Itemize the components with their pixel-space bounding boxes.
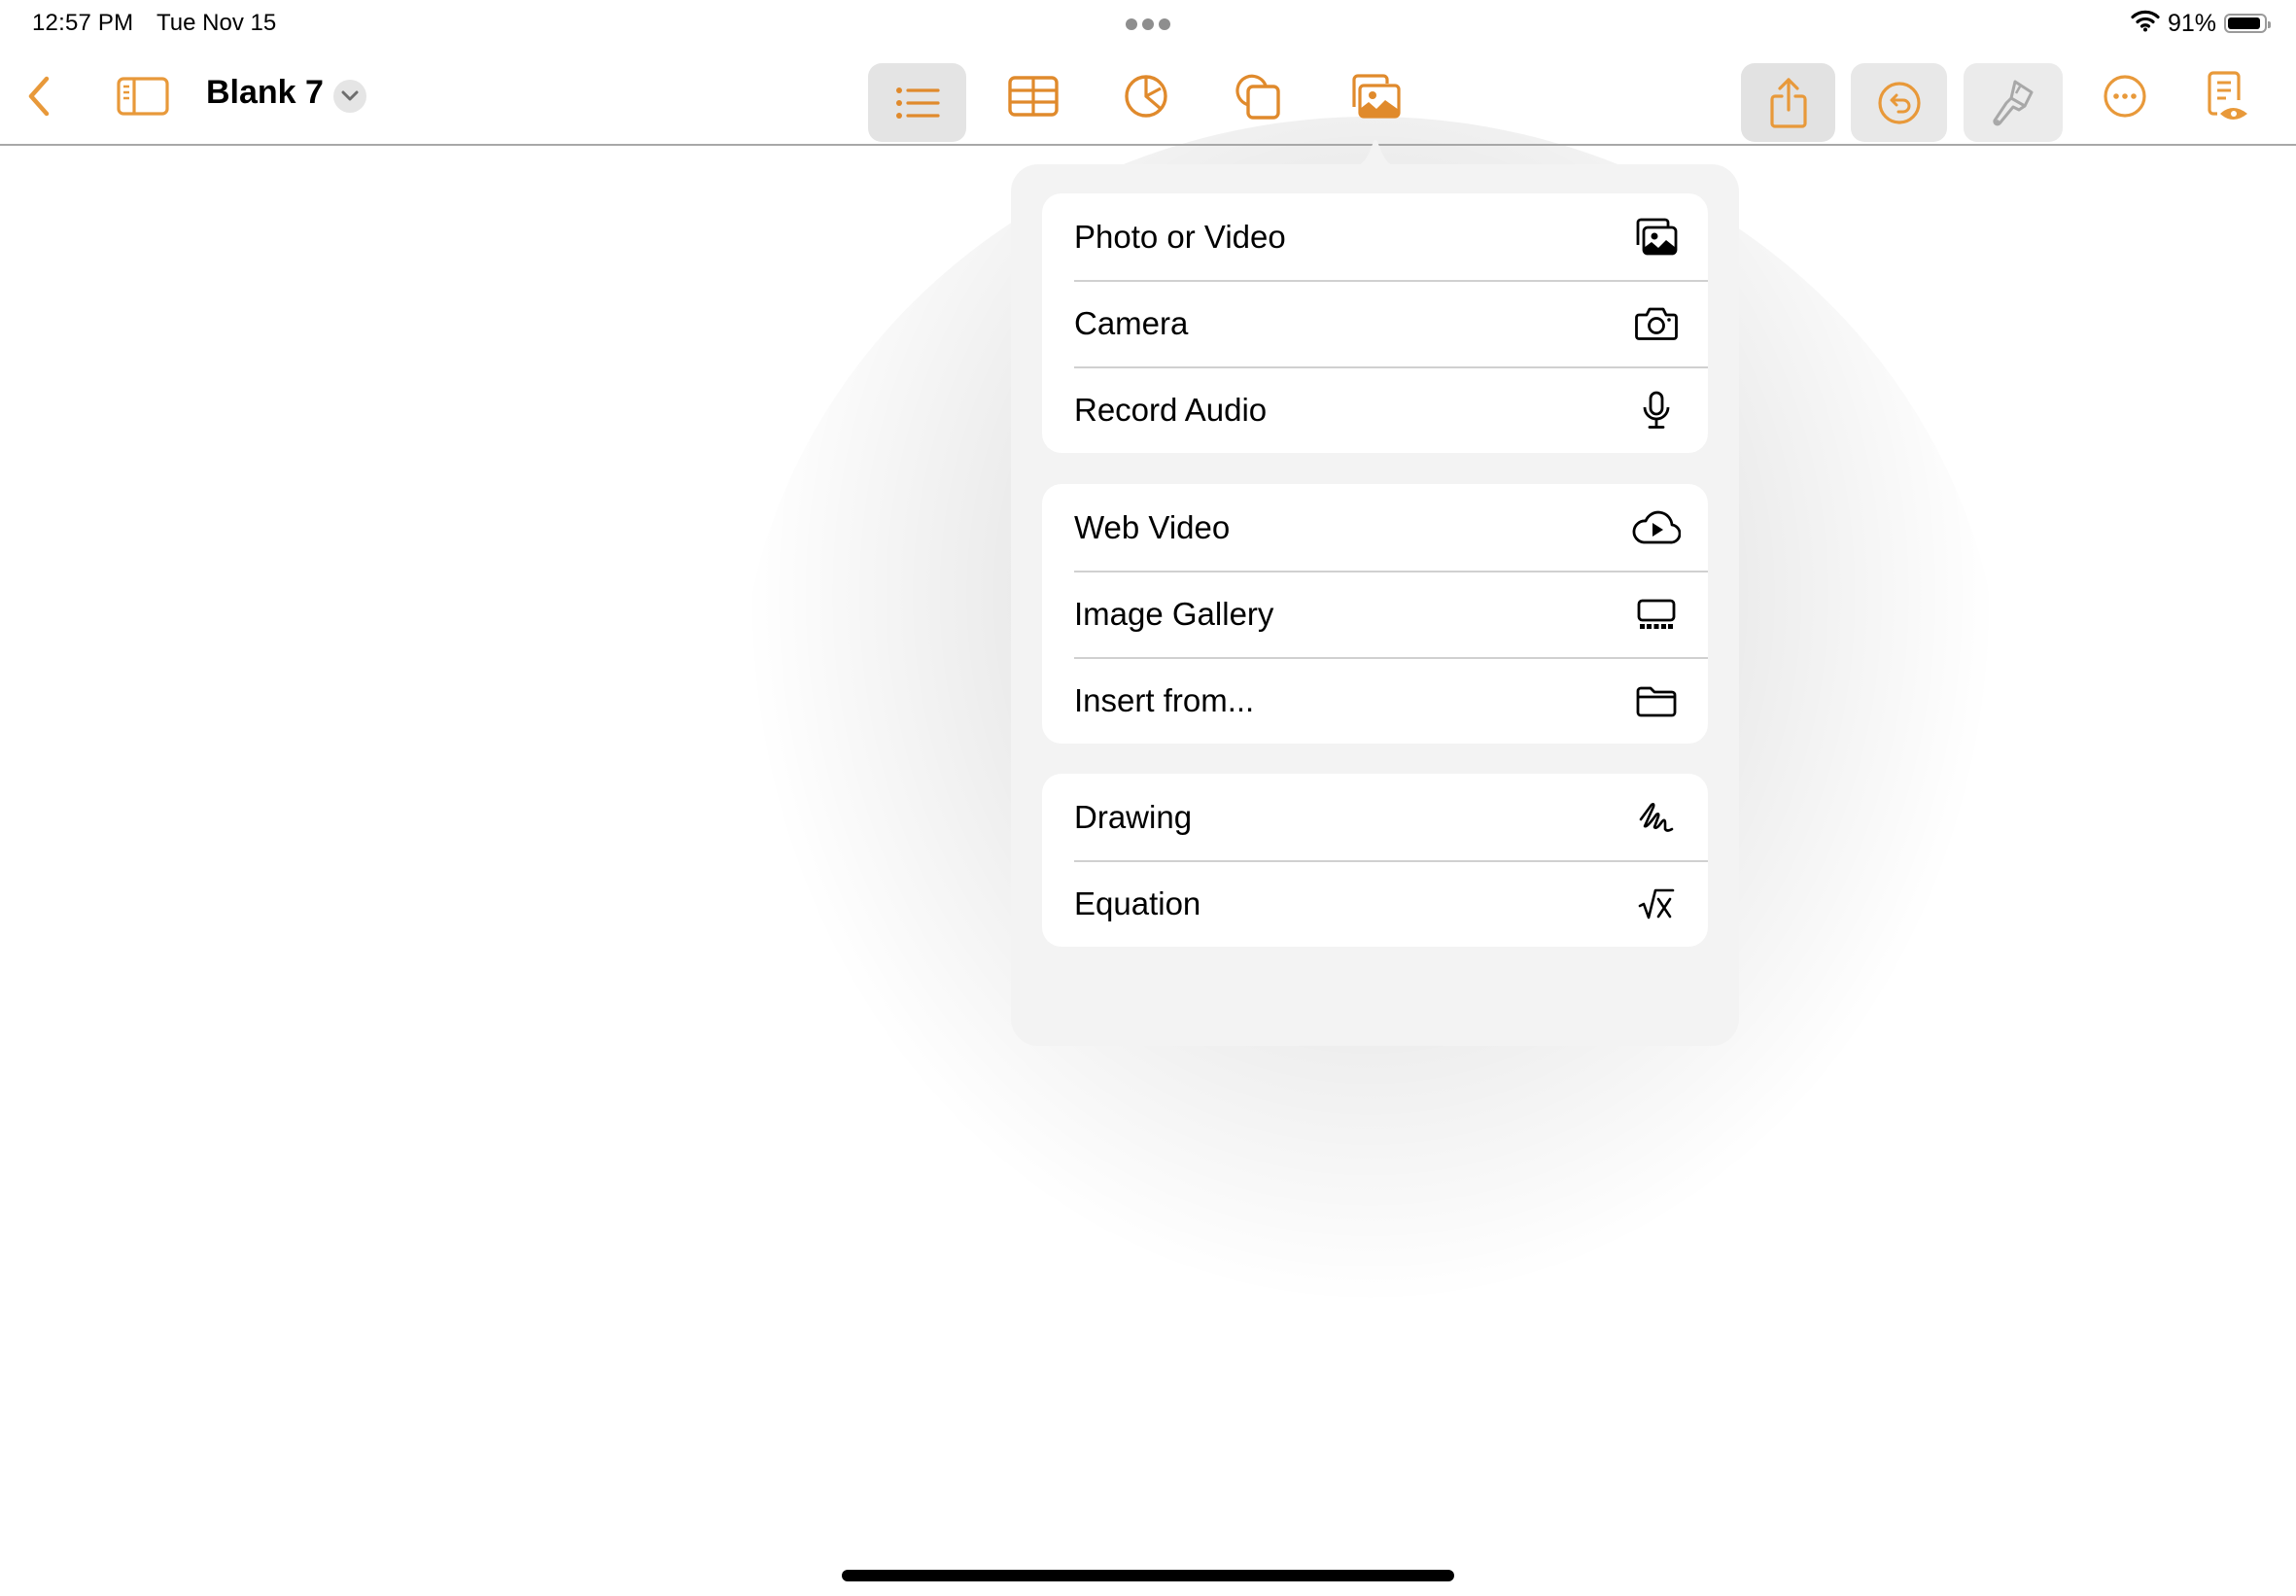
- insert-media-button[interactable]: [1345, 72, 1404, 121]
- back-button[interactable]: [21, 72, 56, 121]
- menu-item-photo-or-video[interactable]: Photo or Video: [1042, 193, 1708, 280]
- chevron-down-icon: [341, 90, 359, 101]
- battery-icon: [2224, 14, 2271, 33]
- document-eye-icon: [2208, 71, 2247, 120]
- menu-item-record-audio[interactable]: Record Audio: [1042, 366, 1708, 453]
- table-icon: [1008, 76, 1059, 117]
- photo-icon: [1352, 74, 1401, 119]
- list-icon: [895, 87, 940, 119]
- document-title[interactable]: Blank 7: [206, 74, 324, 112]
- ellipsis-circle-icon: [2104, 75, 2146, 118]
- menu-group-media: Photo or Video Camera Record Audio: [1042, 193, 1708, 453]
- multitasking-dots[interactable]: [1126, 18, 1170, 30]
- menu-item-drawing[interactable]: Drawing: [1042, 774, 1708, 860]
- chevron-left-icon: [28, 76, 50, 117]
- camera-icon: [1630, 297, 1683, 350]
- cloud-play-icon: [1630, 502, 1683, 554]
- undo-icon: [1877, 81, 1921, 124]
- status-time: 12:57 PM: [32, 10, 134, 36]
- menu-group-create: Drawing Equation: [1042, 774, 1708, 947]
- popover-arrow: [1347, 140, 1404, 167]
- sidebar-button[interactable]: [115, 74, 171, 119]
- gallery-icon: [1630, 588, 1683, 641]
- status-date: Tue Nov 15: [157, 10, 277, 36]
- share-icon: [1769, 77, 1807, 128]
- status-indicators: 91%: [2131, 8, 2271, 39]
- toolbar-divider: [0, 144, 2296, 146]
- insert-text-button[interactable]: [868, 63, 966, 142]
- insert-table-button[interactable]: [1004, 73, 1062, 120]
- format-button[interactable]: [1964, 63, 2063, 142]
- reading-view-button[interactable]: [2203, 70, 2255, 124]
- media-insert-popover: Photo or Video Camera Record Audio Web V…: [1011, 164, 1739, 1046]
- square-root-icon: [1630, 878, 1683, 930]
- menu-item-equation[interactable]: Equation: [1042, 860, 1708, 947]
- insert-chart-button[interactable]: [1119, 71, 1173, 121]
- menu-item-image-gallery[interactable]: Image Gallery: [1042, 571, 1708, 657]
- wifi-icon: [2131, 9, 2160, 39]
- insert-shape-button[interactable]: [1230, 70, 1286, 122]
- undo-button[interactable]: [1851, 63, 1947, 142]
- paintbrush-icon: [1993, 80, 2034, 125]
- battery-percent: 91%: [2167, 9, 2216, 37]
- shapes-icon: [1235, 74, 1280, 120]
- more-button[interactable]: [2100, 71, 2150, 121]
- scribble-icon: [1630, 791, 1683, 844]
- folder-icon: [1630, 675, 1683, 727]
- home-indicator[interactable]: [842, 1570, 1454, 1581]
- menu-item-web-video[interactable]: Web Video: [1042, 484, 1708, 571]
- share-button[interactable]: [1741, 63, 1835, 142]
- photo-stack-icon: [1630, 211, 1683, 263]
- menu-item-camera[interactable]: Camera: [1042, 280, 1708, 366]
- title-menu-button[interactable]: [333, 80, 366, 113]
- menu-item-insert-from[interactable]: Insert from...: [1042, 657, 1708, 744]
- microphone-icon: [1630, 384, 1683, 436]
- menu-group-insert: Web Video Image Gallery Insert from...: [1042, 484, 1708, 744]
- sidebar-icon: [117, 77, 169, 116]
- pie-chart-icon: [1125, 75, 1167, 118]
